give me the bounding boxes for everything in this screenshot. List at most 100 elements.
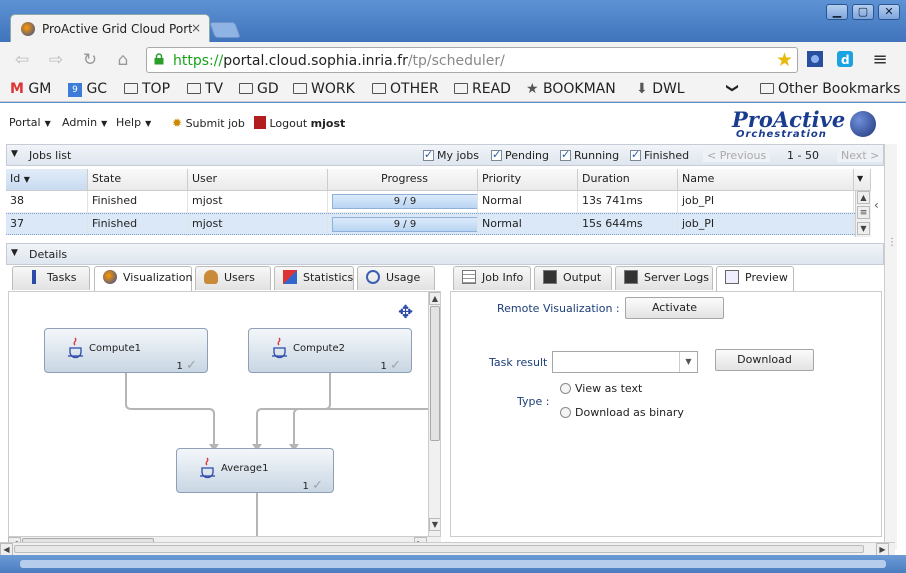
tab-output[interactable]: Output [534,266,612,290]
bookmark-gc[interactable]: 9 GC [68,81,107,97]
portal-menu[interactable]: Portal ▼ [9,116,51,129]
tab-statistics[interactable]: Statistics [274,266,354,290]
extension-d-icon[interactable]: d [836,50,854,68]
bookmark-other[interactable]: OTHER [372,81,439,97]
task-node-average1[interactable]: Average1 1 ✓ [176,448,334,493]
jobs-table-scrollbar[interactable]: ▲ ≡ ▼ [855,191,871,237]
logout-icon [254,116,266,129]
bookmark-dwl[interactable]: ⬇ DWL [636,81,685,97]
column-header-progress[interactable]: Progress [328,169,478,191]
scroll-thumb[interactable] [430,306,440,441]
tab-title: ProActive Grid Cloud Port [42,22,192,36]
maximize-button[interactable]: ▢ [852,4,874,20]
submit-job-button[interactable]: ✹ Submit job [172,116,245,130]
column-menu-icon[interactable]: ▼ [854,169,871,191]
checkbox-checked-icon [630,148,641,161]
column-header-duration[interactable]: Duration [578,169,678,191]
extension-puzzle-icon[interactable] [806,50,824,68]
back-button[interactable]: ⇦ [12,50,32,70]
task-result-select[interactable]: ▼ [552,351,698,373]
tab-usage[interactable]: Usage [357,266,435,290]
other-bookmarks[interactable]: Other Bookmarks [760,81,900,97]
tab-close-icon[interactable]: × [191,21,201,35]
bookmark-label: DWL [652,81,685,97]
scroll-down-icon[interactable]: ▼ [429,518,440,531]
browser-tab[interactable]: ProActive Grid Cloud Port × [10,14,210,42]
tab-users[interactable]: Users [195,266,271,290]
page-vscroll[interactable]: ⋮ [884,144,897,550]
visualization-icon [103,270,117,284]
cell-id: 38 [6,191,88,213]
sort-desc-icon: ▼ [23,175,30,184]
chevron-down-icon[interactable]: ▼ [11,248,18,258]
page-hscroll[interactable]: ◀ ▶ [0,542,895,556]
scroll-up-icon[interactable]: ▲ [857,191,870,204]
resize-grip-icon[interactable]: ⋮ [887,237,897,248]
filter-my-jobs[interactable]: My jobs [423,148,479,162]
panel-collapse-icon[interactable]: ‹ [874,198,879,212]
reload-button[interactable]: ↻ [80,50,100,70]
task-name: Compute2 [293,343,345,354]
task-node-compute1[interactable]: Compute1 1 ✓ [44,328,208,373]
table-row[interactable]: 38 Finished mjost 9 / 9 Normal 13s 741ms… [6,191,861,213]
bookmarks-bar: M GM 9 GC TOP TV GD WORK OTHER READ ★ BO… [0,78,906,102]
tab-label: Usage [386,271,421,284]
column-header-priority[interactable]: Priority [478,169,578,191]
bookmarks-overflow-icon[interactable]: ❯ [726,83,740,93]
forward-button[interactable]: ⇨ [46,50,66,70]
address-bar[interactable]: https://portal.cloud.sophia.inria.fr/tp/… [146,47,798,73]
activate-button[interactable]: Activate [625,297,724,319]
admin-menu[interactable]: Admin ▼ [62,116,107,129]
visualization-vscroll[interactable]: ▲ ▼ [428,292,440,536]
new-tab-button[interactable] [209,22,241,38]
admin-menu-label: Admin [62,116,98,129]
tab-job-info[interactable]: Job Info [453,266,531,290]
table-row-selected[interactable]: 37 Finished mjost 9 / 9 Normal 15s 644ms… [6,213,861,236]
bookmark-bookman[interactable]: ★ BOOKMAN [526,81,616,97]
filter-label: Pending [505,149,549,162]
column-label: Id [10,172,21,185]
close-window-button[interactable]: ✕ [878,4,900,20]
window-bottom-frame [0,555,906,573]
scroll-up-icon[interactable]: ▲ [429,292,440,305]
home-button[interactable]: ⌂ [113,50,133,70]
bookmark-label: READ [472,81,511,97]
bookmark-tv[interactable]: TV [187,81,223,97]
tab-server-logs[interactable]: Server Logs [615,266,713,290]
bookmark-top[interactable]: TOP [124,81,170,97]
tab-label: Statistics [303,271,354,284]
scroll-thumb[interactable]: ≡ [857,206,870,219]
scroll-down-icon[interactable]: ▼ [857,222,870,235]
filter-pending[interactable]: Pending [491,148,549,162]
tab-preview[interactable]: Preview [716,266,794,291]
bookmark-read[interactable]: READ [454,81,511,97]
download-binary-option[interactable]: Download as binary [560,406,684,419]
tab-tasks[interactable]: Tasks [12,266,90,290]
scroll-thumb[interactable] [14,545,864,553]
minimize-button[interactable]: ▁ [826,4,848,20]
radio-icon [560,383,571,394]
bookmark-star-icon[interactable]: ★ [776,49,793,71]
tasks-icon [27,270,41,284]
column-header-user[interactable]: User [188,169,328,191]
column-header-id[interactable]: Id ▼ [6,169,88,191]
tab-visualization[interactable]: Visualization [94,266,192,291]
column-header-state[interactable]: State [88,169,188,191]
chevron-down-icon[interactable]: ▼ [11,149,18,159]
filter-running[interactable]: Running [560,148,619,162]
bookmark-gd[interactable]: GD [239,81,279,97]
column-header-name[interactable]: Name [678,169,854,191]
bookmark-work[interactable]: WORK [293,81,355,97]
help-menu[interactable]: Help ▼ [116,116,151,129]
previous-page-button[interactable]: < Previous [703,149,771,162]
cell-name: job_PI [678,214,854,236]
logout-button[interactable]: Logout mjost [254,116,345,130]
move-arrows-icon[interactable]: ✥ [398,302,413,323]
browser-menu-icon[interactable]: ≡ [870,50,890,70]
filter-finished[interactable]: Finished [630,148,689,162]
next-page-button[interactable]: Next > [837,149,884,162]
bookmark-gm[interactable]: M GM [10,81,51,97]
download-button[interactable]: Download [715,349,814,371]
task-node-compute2[interactable]: Compute2 1 ✓ [248,328,412,373]
view-as-text-option[interactable]: View as text [560,382,642,395]
